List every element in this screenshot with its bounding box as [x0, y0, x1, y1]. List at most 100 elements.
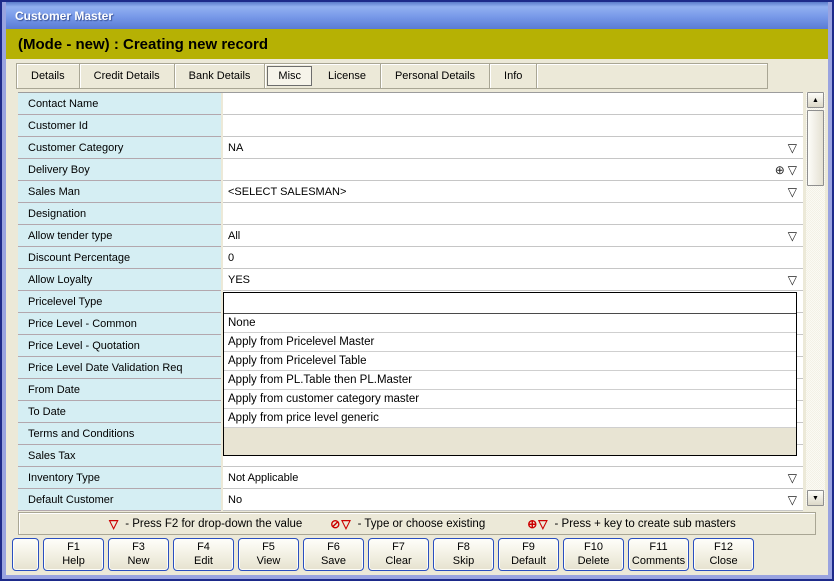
tab-bank-details[interactable]: Bank Details [175, 64, 266, 88]
form-row-customer-id: Customer Id [18, 115, 803, 137]
form-row-allow-loyalty: Allow LoyaltyYES▽ [18, 269, 803, 291]
dropdown-icon[interactable]: ▽ [788, 274, 797, 286]
fkey-key-label: F1 [67, 541, 80, 555]
legend-symbol-icon: ▽ [109, 517, 119, 531]
field-value-allow-loyalty[interactable]: YES▽ [223, 269, 803, 291]
dropdown-icon[interactable]: ▽ [788, 230, 797, 242]
form-row-inventory-type: Inventory TypeNot Applicable▽ [18, 467, 803, 489]
field-value-text: <SELECT SALESMAN> [228, 186, 785, 198]
field-value-allow-tender-type[interactable]: All▽ [223, 225, 803, 247]
field-value-customer-category[interactable]: NA▽ [223, 137, 803, 159]
dropdown-item-apply-from-pricelevel-master[interactable]: Apply from Pricelevel Master [224, 333, 796, 352]
dropdown-icon[interactable]: ▽ [788, 164, 797, 176]
fkey-action-label: Comments [632, 555, 685, 569]
dropdown-filler [224, 428, 796, 455]
fkey-key-label: F4 [197, 541, 210, 555]
fkey-f7-clear-button[interactable]: F7Clear [368, 538, 429, 571]
legend-text: - Type or choose existing [358, 518, 486, 530]
dropdown-item-apply-from-pl-table-then-pl-master[interactable]: Apply from PL.Table then PL.Master [224, 371, 796, 390]
field-label-from-date: From Date [18, 379, 221, 401]
field-value-inventory-type[interactable]: Not Applicable▽ [223, 467, 803, 489]
fkey-key-label: F11 [649, 541, 667, 555]
field-label-sales-tax: Sales Tax [18, 445, 221, 467]
field-label-customer-category: Customer Category [18, 137, 221, 159]
window-title: Customer Master [15, 9, 113, 23]
legend-text: - Press + key to create sub masters [555, 518, 736, 530]
field-label-designation: Designation [18, 203, 221, 225]
field-value-customer-id[interactable] [223, 115, 803, 137]
fkey-blank-button[interactable] [12, 538, 39, 571]
field-label-price-level-date-validation-req: Price Level Date Validation Req [18, 357, 221, 379]
field-label-price-level-common: Price Level - Common [18, 313, 221, 335]
legend-item-1: ▽- Press F2 for drop-down the value [109, 517, 302, 531]
fkey-f4-edit-button[interactable]: F4Edit [173, 538, 234, 571]
dropdown-item-none[interactable]: None [224, 314, 796, 333]
dropdown-icon[interactable]: ▽ [788, 472, 797, 484]
scroll-down-icon[interactable]: ▼ [807, 490, 824, 506]
fkey-f11-comments-button[interactable]: F11Comments [628, 538, 689, 571]
fkey-action-label: Help [62, 555, 85, 569]
fkey-f5-view-button[interactable]: F5View [238, 538, 299, 571]
fkey-f3-new-button[interactable]: F3New [108, 538, 169, 571]
field-value-default-customer[interactable]: No▽ [223, 489, 803, 511]
dropdown-icon[interactable]: ▽ [788, 494, 797, 506]
fkey-f12-close-button[interactable]: F12Close [693, 538, 754, 571]
field-value-text: YES [228, 274, 785, 286]
field-value-contact-name[interactable] [223, 93, 803, 115]
fkey-action-label: Delete [578, 555, 610, 569]
dropdown-editor[interactable] [224, 293, 796, 314]
field-value-text: All [228, 230, 785, 242]
field-label-allow-loyalty: Allow Loyalty [18, 269, 221, 291]
fkey-f9-default-button[interactable]: F9Default [498, 538, 559, 571]
fkey-f6-save-button[interactable]: F6Save [303, 538, 364, 571]
tab-misc[interactable]: Misc [267, 66, 312, 86]
create-sub-master-icon[interactable]: ⊕ [775, 164, 785, 176]
fkey-key-label: F10 [584, 541, 603, 555]
dropdown-item-apply-from-price-level-generic[interactable]: Apply from price level generic [224, 409, 796, 428]
dropdown-item-apply-from-customer-category-master[interactable]: Apply from customer category master [224, 390, 796, 409]
tab-credit-details[interactable]: Credit Details [80, 64, 175, 88]
field-value-designation[interactable] [223, 203, 803, 225]
field-value-sales-man[interactable]: <SELECT SALESMAN>▽ [223, 181, 803, 203]
field-label-customer-id: Customer Id [18, 115, 221, 137]
field-label-allow-tender-type: Allow tender type [18, 225, 221, 247]
scrollbar-thumb[interactable] [807, 110, 824, 186]
tab-license[interactable]: License [314, 64, 381, 88]
form-row-contact-name: Contact Name [18, 93, 803, 115]
field-label-discount-percentage: Discount Percentage [18, 247, 221, 269]
fkey-f1-help-button[interactable]: F1Help [43, 538, 104, 571]
field-value-text: 0 [228, 252, 797, 264]
window-panel: Customer Master (Mode - new) : Creating … [6, 2, 828, 575]
dropdown-icon[interactable]: ▽ [788, 142, 797, 154]
fkey-f10-delete-button[interactable]: F10Delete [563, 538, 624, 571]
form-row-delivery-boy: Delivery Boy⊕▽ [18, 159, 803, 181]
dropdown-item-apply-from-pricelevel-table[interactable]: Apply from Pricelevel Table [224, 352, 796, 371]
tab-details[interactable]: Details [17, 64, 80, 88]
field-label-inventory-type: Inventory Type [18, 467, 221, 489]
window-titlebar: Customer Master [6, 2, 828, 29]
field-label-price-level-quotation: Price Level - Quotation [18, 335, 221, 357]
fkey-key-label: F5 [262, 541, 275, 555]
window-border: Customer Master (Mode - new) : Creating … [2, 2, 832, 579]
fkey-action-label: Skip [453, 555, 474, 569]
fkey-action-label: Save [321, 555, 346, 569]
fkey-key-label: F7 [392, 541, 405, 555]
fkey-f8-skip-button[interactable]: F8Skip [433, 538, 494, 571]
mode-banner-text: (Mode - new) : Creating new record [18, 36, 268, 53]
fkey-key-label: F12 [714, 541, 733, 555]
vertical-scrollbar[interactable]: ▲ ▼ [806, 92, 825, 506]
fkey-key-label: F6 [327, 541, 340, 555]
tab-info[interactable]: Info [490, 64, 537, 88]
field-value-discount-percentage[interactable]: 0 [223, 247, 803, 269]
fkey-key-label: F8 [457, 541, 470, 555]
customer-master-window: Customer Master (Mode - new) : Creating … [0, 0, 834, 581]
field-label-contact-name: Contact Name [18, 93, 221, 115]
field-value-text: NA [228, 142, 785, 154]
legend-item-2: ⊘▽- Type or choose existing [330, 517, 485, 531]
field-value-text: No [228, 494, 785, 506]
scroll-up-icon[interactable]: ▲ [807, 92, 824, 108]
tab-personal-details[interactable]: Personal Details [381, 64, 490, 88]
field-value-delivery-boy[interactable]: ⊕▽ [223, 159, 803, 181]
dropdown-icon[interactable]: ▽ [788, 186, 797, 198]
field-label-to-date: To Date [18, 401, 221, 423]
